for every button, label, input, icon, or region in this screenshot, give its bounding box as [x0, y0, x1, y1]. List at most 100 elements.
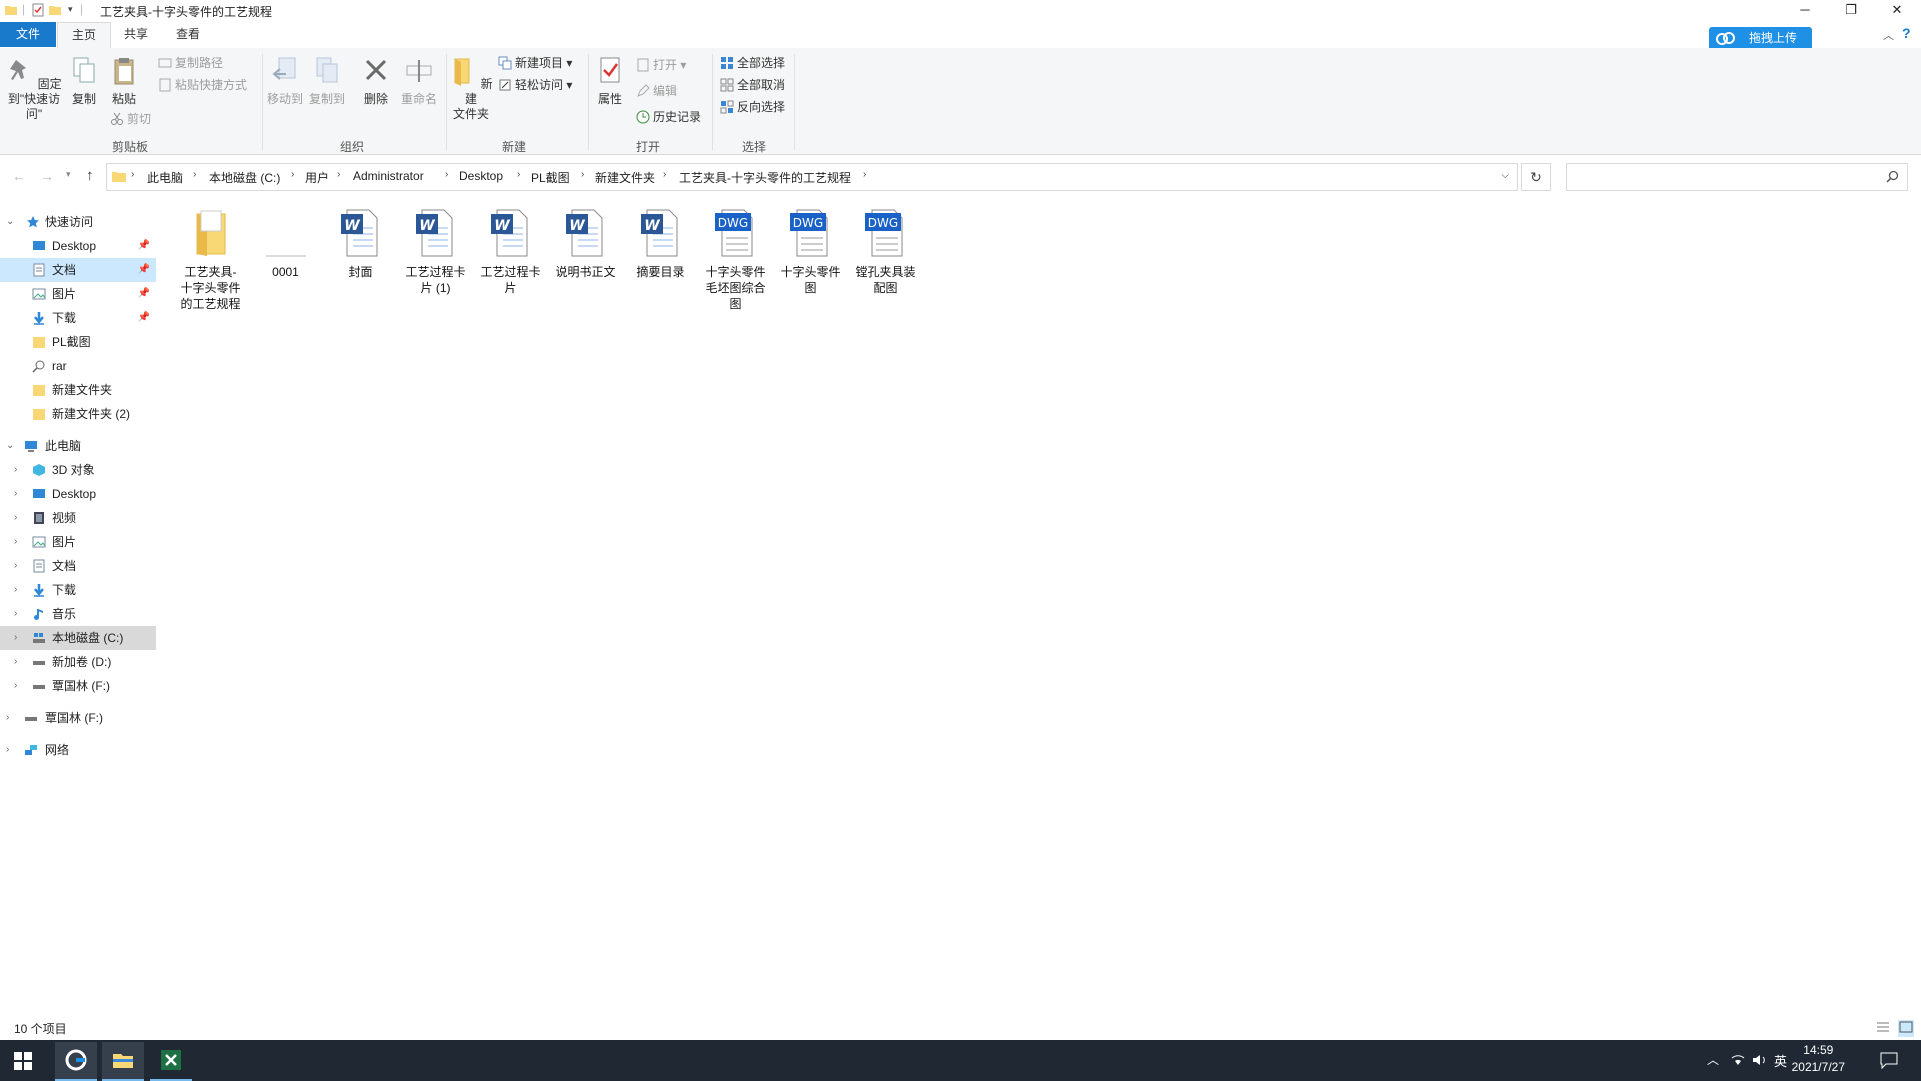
help-icon[interactable]: ? [1902, 25, 1911, 41]
windows-start-icon[interactable] [14, 1052, 32, 1070]
notification-icon[interactable] [1880, 1052, 1898, 1069]
nav-this-pc[interactable]: ⌄ 此电脑 [0, 434, 156, 458]
details-view-button[interactable] [1876, 1021, 1890, 1036]
tab-view[interactable]: 查看 [164, 22, 212, 47]
file-item-process-card-1[interactable]: W 工艺过程卡 片 (1) [398, 208, 473, 296]
address-bar[interactable]: › 此电脑 › 本地磁盘 (C:) › 用户 › Administrator ›… [106, 163, 1518, 191]
nav-pictures[interactable]: › 图片 [0, 530, 156, 554]
input-language[interactable]: 英 [1774, 1051, 1787, 1070]
close-button[interactable]: ✕ [1874, 0, 1920, 21]
nav-downloads[interactable]: › 下载 [0, 578, 156, 602]
select-all-button[interactable]: 全部选择 [720, 54, 785, 72]
recent-locations-icon[interactable]: ▾ [66, 169, 71, 180]
history-button[interactable]: 历史记录 [636, 108, 701, 126]
properties-button[interactable]: 属性 [590, 56, 630, 107]
up-button[interactable]: ↑ [86, 167, 94, 184]
nav-pc-desktop[interactable]: › Desktop [0, 482, 156, 506]
address-dropdown-icon[interactable]: ⌵ [1501, 170, 1509, 181]
drive-icon [33, 685, 45, 689]
new-item-button[interactable]: 新建项目 ▾ [498, 54, 572, 72]
search-input[interactable] [1566, 163, 1908, 191]
minimize-button[interactable]: ─ [1782, 0, 1828, 21]
paste-shortcut-icon [159, 78, 171, 92]
file-item-0001[interactable]: 0001 [248, 208, 323, 280]
new-folder-quick-icon[interactable] [48, 3, 62, 17]
nav-network[interactable]: › 网络 [0, 738, 156, 762]
select-none-button[interactable]: 全部取消 [720, 76, 785, 94]
file-item-manual-body[interactable]: W 说明书正文 [548, 208, 623, 280]
select-all-icon [721, 57, 733, 69]
collapse-ribbon-icon[interactable]: ︿ [1883, 27, 1894, 43]
upload-button[interactable]: 拖拽上传 [1709, 27, 1812, 50]
clock[interactable]: 14:59 2021/7/27 [1792, 1042, 1845, 1076]
nav-quick-desktop[interactable]: Desktop 📌 [0, 234, 156, 258]
breadcrumb-desktop[interactable]: Desktop [459, 169, 503, 183]
rename-button[interactable]: 重命名 [398, 56, 440, 107]
cut-button[interactable]: 剪切 [110, 110, 151, 128]
copy-button[interactable]: 复制 [66, 56, 102, 107]
nav-drive-f-root[interactable]: › 覃国林 (F:) [0, 706, 156, 730]
breadcrumb-administrator[interactable]: Administrator [353, 169, 424, 183]
file-item-fixture-assembly[interactable]: DWG 镗孔夹具装 配图 [848, 208, 923, 296]
easy-access-button[interactable]: 轻松访问 ▾ [498, 76, 572, 94]
taskbar-excel[interactable] [150, 1042, 192, 1081]
volume-icon[interactable] [1752, 1053, 1768, 1067]
breadcrumb-new-folder[interactable]: 新建文件夹 [595, 169, 655, 186]
wifi-icon[interactable] [1730, 1053, 1746, 1067]
breadcrumb-pl-screenshots[interactable]: PL截图 [531, 169, 570, 186]
nav-quick-new-folder-2[interactable]: 新建文件夹 (2) [0, 402, 156, 426]
back-button[interactable]: ← [12, 168, 26, 184]
file-item-blank-drawing[interactable]: DWG 十字头零件 毛坯图综合 图 [698, 208, 773, 312]
nav-new-volume-d[interactable]: › 新加卷 (D:) [0, 650, 156, 674]
customize-quick-access-icon[interactable]: ▾ [68, 4, 73, 15]
nav-quick-pl-screenshots[interactable]: PL截图 [0, 330, 156, 354]
copy-path-button[interactable]: 复制路径 [158, 54, 223, 72]
file-item-process-card[interactable]: W 工艺过程卡 片 [473, 208, 548, 296]
taskbar-file-explorer[interactable] [102, 1042, 144, 1081]
nav-quick-access[interactable]: ⌄ 快速访问 [0, 210, 156, 234]
paste-button[interactable]: 粘贴 [106, 56, 142, 107]
file-item-folder[interactable]: 工艺夹具- 十字头零件 的工艺规程 [173, 208, 248, 312]
breadcrumb-this-pc[interactable]: 此电脑 [147, 169, 183, 186]
invert-selection-button[interactable]: 反向选择 [720, 98, 785, 116]
tab-file[interactable]: 文件 [0, 22, 56, 47]
file-item-abstract-toc[interactable]: W 摘要目录 [623, 208, 698, 280]
nav-quick-pictures[interactable]: 图片 📌 [0, 282, 156, 306]
tab-share[interactable]: 共享 [112, 22, 160, 47]
nav-videos[interactable]: › 视频 [0, 506, 156, 530]
pin-to-quick-access-button[interactable]: 固定到"快速访问" [4, 56, 64, 122]
documents-icon [33, 263, 45, 277]
file-item-cover[interactable]: W 封面 [323, 208, 398, 280]
nav-documents[interactable]: › 文档 [0, 554, 156, 578]
nav-drive-f[interactable]: › 覃国林 (F:) [0, 674, 156, 698]
large-icons-view-button[interactable] [1898, 1020, 1914, 1037]
breadcrumb-current-folder[interactable]: 工艺夹具-十字头零件的工艺规程 [679, 169, 851, 186]
nav-3d-objects[interactable]: › 3D 对象 [0, 458, 156, 482]
group-label-clipboard: 剪贴板 [111, 140, 148, 154]
ribbon-tabs: 文件 主页 共享 查看 拖拽上传 ︿ ? [0, 22, 1921, 50]
nav-quick-documents[interactable]: 文档 📌 [0, 258, 156, 282]
forward-button[interactable]: → [40, 168, 54, 184]
taskbar-browser[interactable] [55, 1042, 97, 1081]
new-folder-button[interactable]: 新建 文件夹 [448, 56, 494, 122]
tab-home[interactable]: 主页 [57, 22, 111, 49]
move-to-button[interactable]: 移动到 [264, 56, 306, 107]
edit-button[interactable]: 编辑 [636, 82, 677, 100]
file-item-part-drawing[interactable]: DWG 十字头零件 图 [773, 208, 848, 296]
restore-button[interactable]: ❐ [1828, 0, 1874, 21]
refresh-button[interactable]: ↻ [1521, 163, 1551, 191]
breadcrumb-users[interactable]: 用户 [305, 169, 329, 186]
nav-quick-rar[interactable]: rar [0, 354, 156, 378]
breadcrumb-local-disk[interactable]: 本地磁盘 (C:) [209, 169, 280, 186]
nav-quick-new-folder[interactable]: 新建文件夹 [0, 378, 156, 402]
nav-local-disk-c[interactable]: › 本地磁盘 (C:) [0, 626, 156, 650]
nav-quick-downloads[interactable]: 下载 📌 [0, 306, 156, 330]
copy-to-button[interactable]: 复制到 [306, 56, 348, 107]
properties-quick-icon[interactable] [31, 3, 45, 17]
paste-shortcut-button[interactable]: 粘贴快捷方式 [158, 76, 247, 94]
group-label-select: 选择 [741, 140, 766, 154]
open-button[interactable]: 打开 ▾ [636, 56, 686, 74]
nav-music[interactable]: › 音乐 [0, 602, 156, 626]
tray-overflow-icon[interactable]: ︿ [1707, 1051, 1719, 1068]
delete-button[interactable]: 删除 [356, 56, 396, 107]
